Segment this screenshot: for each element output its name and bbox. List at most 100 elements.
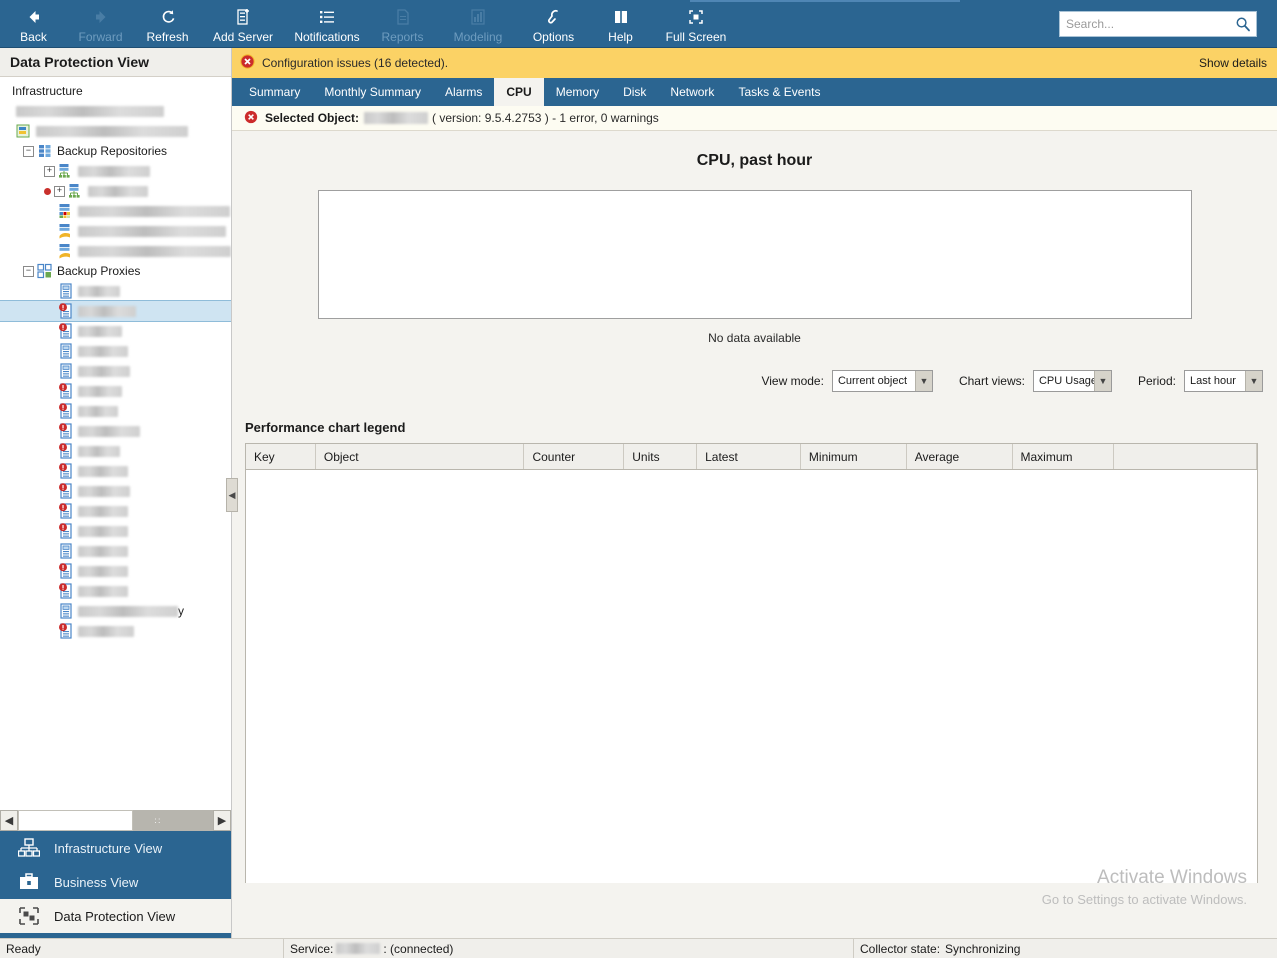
tree-item[interactable] xyxy=(0,541,231,561)
tab-disk[interactable]: Disk xyxy=(611,78,658,106)
tree-collapse-toggle[interactable]: − xyxy=(23,265,34,277)
tab-alarms[interactable]: Alarms xyxy=(433,78,494,106)
legend-col-key[interactable]: Key xyxy=(246,444,316,469)
chevron-down-icon[interactable]: ▼ xyxy=(1093,371,1111,391)
tree-item[interactable]: − Backup Repositories xyxy=(0,141,231,161)
chevron-down-icon[interactable]: ▼ xyxy=(914,371,932,391)
period-select[interactable]: Last hour ▼ xyxy=(1184,370,1263,392)
tree-item-label-redacted xyxy=(78,465,128,477)
legend-col-maximum[interactable]: Maximum xyxy=(1012,444,1115,469)
tab-memory[interactable]: Memory xyxy=(544,78,611,106)
show-details-link[interactable]: Show details xyxy=(1199,56,1267,70)
tab-summary[interactable]: Summary xyxy=(237,78,312,106)
tab-monthly-summary[interactable]: Monthly Summary xyxy=(312,78,433,106)
tree-item[interactable] xyxy=(0,300,231,322)
repo-node-icon xyxy=(68,183,84,199)
proxy-error-icon xyxy=(58,523,74,539)
proxy-icon xyxy=(58,283,74,299)
tree-item[interactable] xyxy=(0,381,231,401)
tab-tasks-events[interactable]: Tasks & Events xyxy=(726,78,832,106)
tree-item[interactable] xyxy=(0,441,231,461)
tree-item-label-redacted xyxy=(78,525,128,537)
tree-item[interactable] xyxy=(0,121,231,141)
legend-col-minimum[interactable]: Minimum xyxy=(800,444,907,469)
tree-item[interactable] xyxy=(0,101,231,121)
legend-col-counter[interactable]: Counter xyxy=(524,444,625,469)
toolbar-refresh-label: Refresh xyxy=(146,29,189,44)
tree-item[interactable] xyxy=(0,481,231,501)
proxy-error-icon xyxy=(58,423,74,439)
left-sidebar: Data Protection View Infrastructure − Back… xyxy=(0,48,232,958)
tree-horizontal-scrollbar[interactable]: ◀ ∷ ▶ xyxy=(0,810,231,831)
tree-item[interactable]: + xyxy=(0,181,231,201)
tree-item-label-redacted xyxy=(78,585,128,597)
view-mode-select[interactable]: Current object ▼ xyxy=(831,370,933,392)
cpu-chart-canvas[interactable] xyxy=(317,190,1192,319)
legend-col-latest[interactable]: Latest xyxy=(697,444,801,469)
legend-col-object[interactable]: Object xyxy=(315,444,525,469)
toolbar-fullscreen-button[interactable]: Full Screen xyxy=(654,0,738,48)
toolbar-modeling-button[interactable]: Modeling xyxy=(436,0,520,48)
error-icon xyxy=(240,54,255,72)
tree-item[interactable]: − Backup Proxies xyxy=(0,261,231,281)
toolbar-back-button[interactable]: Back xyxy=(0,0,67,48)
chart-controls: View mode: Current object ▼ Chart views:… xyxy=(232,370,1277,392)
legend-col-spacer[interactable] xyxy=(1114,444,1258,469)
tree-item[interactable] xyxy=(0,221,231,241)
tree-item[interactable] xyxy=(0,341,231,361)
sidebar-item-business-view[interactable]: Business View xyxy=(0,865,231,899)
legend-col-units[interactable]: Units xyxy=(624,444,698,469)
tree-item-label-redacted xyxy=(78,245,231,257)
proxy-error-icon xyxy=(58,623,74,639)
tree-item[interactable] xyxy=(0,281,231,301)
toolbar-refresh-button[interactable]: Refresh xyxy=(134,0,201,48)
search-box[interactable] xyxy=(1059,10,1257,37)
list-icon xyxy=(318,7,336,28)
search-icon[interactable] xyxy=(1230,16,1256,32)
toolbar-reports-button[interactable]: Reports xyxy=(369,0,436,48)
chart-no-data-message: No data available xyxy=(708,331,801,345)
tree-item[interactable] xyxy=(0,421,231,441)
tree-item[interactable] xyxy=(0,201,231,221)
tree-item[interactable] xyxy=(0,521,231,541)
tree-item[interactable]: + xyxy=(0,161,231,181)
toolbar-help-button[interactable]: Help xyxy=(587,0,654,48)
tree-item[interactable] xyxy=(0,321,231,341)
legend-col-average[interactable]: Average xyxy=(906,444,1013,469)
tree-item[interactable] xyxy=(0,561,231,581)
scrollbar-thumb[interactable] xyxy=(18,810,134,831)
toolbar-options-button[interactable]: Options xyxy=(520,0,587,48)
sidebar-item-infrastructure-view[interactable]: Infrastructure View xyxy=(0,831,231,865)
scroll-right-button[interactable]: ▶ xyxy=(213,810,231,831)
tree-item[interactable] xyxy=(0,461,231,481)
scroll-left-button[interactable]: ◀ xyxy=(0,810,18,831)
tree-item[interactable]: Infrastructure xyxy=(0,81,231,101)
tab-cpu[interactable]: CPU xyxy=(494,78,544,106)
legend-table-body[interactable] xyxy=(246,470,1257,883)
tree-expand-toggle[interactable]: + xyxy=(54,185,65,197)
tree-item-label-redacted xyxy=(78,605,178,617)
tree-expand-toggle[interactable]: + xyxy=(44,165,55,177)
scrollbar-track[interactable]: ∷ xyxy=(18,810,213,831)
tree-item[interactable]: y xyxy=(0,601,231,621)
tab-network[interactable]: Network xyxy=(658,78,726,106)
search-input[interactable] xyxy=(1060,16,1230,31)
toolbar-add-server-button[interactable]: Add Server xyxy=(201,0,285,48)
sidebar-collapse-handle[interactable]: ◀ xyxy=(226,478,238,512)
toolbar-forward-button[interactable]: Forward xyxy=(67,0,134,48)
tree-item[interactable] xyxy=(0,361,231,381)
chevron-down-icon[interactable]: ▼ xyxy=(1245,371,1262,391)
tab-label: Network xyxy=(670,85,715,99)
chart-views-select[interactable]: CPU Usage ▼ xyxy=(1032,370,1112,392)
tree-item[interactable] xyxy=(0,501,231,521)
tree-item[interactable] xyxy=(0,241,231,261)
toolbar-notifications-button[interactable]: Notifications xyxy=(285,0,369,48)
tree-item[interactable] xyxy=(0,401,231,421)
tree-item[interactable] xyxy=(0,581,231,601)
tree-collapse-toggle[interactable]: − xyxy=(23,145,34,157)
sidebar-item-data-protection-view[interactable]: Data Protection View xyxy=(0,899,231,933)
main-content-pane: Configuration issues (16 detected). Show… xyxy=(232,48,1277,938)
tree-item[interactable] xyxy=(0,621,231,641)
infrastructure-tree[interactable]: Infrastructure − Backup Repositories + + − Bac… xyxy=(0,77,231,810)
chart-views-label: Chart views: xyxy=(958,374,1025,388)
